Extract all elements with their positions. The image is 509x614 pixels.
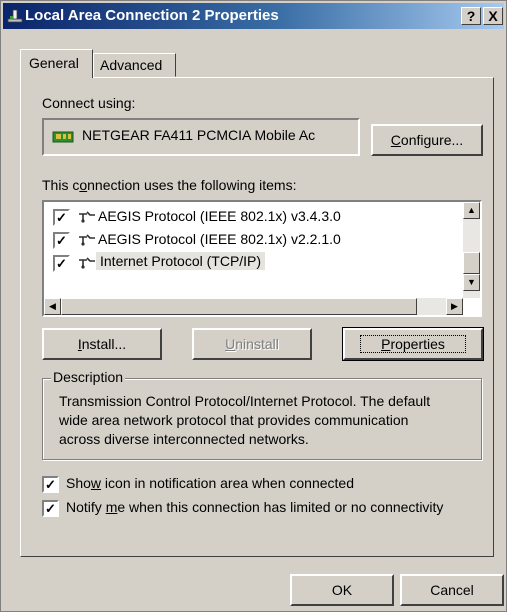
configure-button[interactable]: Configure... <box>371 124 483 156</box>
item-checkbox[interactable]: ✓ <box>53 209 70 226</box>
ok-button[interactable]: OK <box>290 574 394 606</box>
uninstall-button-label: Uninstall <box>225 336 279 352</box>
scroll-up-button[interactable]: ▲ <box>463 202 480 219</box>
install-button-label: Install... <box>77 336 127 352</box>
configure-button-label: Configure... <box>390 132 464 148</box>
tab-advanced-label: Advanced <box>100 57 163 73</box>
cancel-button[interactable]: Cancel <box>400 574 504 606</box>
cancel-button-label: Cancel <box>430 582 474 598</box>
protocol-icon <box>79 211 95 223</box>
title-bar[interactable]: Local Area Connection 2 Properties ? X <box>3 3 504 29</box>
horizontal-scroll-thumb[interactable] <box>61 298 417 315</box>
adapter-name: NETGEAR FA411 PCMCIA Mobile Ac <box>82 127 316 143</box>
item-label: AEGIS Protocol (IEEE 802.1x) v3.4.3.0 <box>98 208 341 224</box>
uninstall-button: Uninstall <box>192 328 312 360</box>
properties-button[interactable]: Properties <box>342 327 484 361</box>
items-label: This connection uses the following items… <box>42 177 297 193</box>
tab-general-label: General <box>29 55 79 71</box>
vertical-scrollbar[interactable]: ▲ ▼ <box>463 202 480 298</box>
item-checkbox[interactable]: ✓ <box>53 232 70 249</box>
scroll-right-button[interactable]: ▶ <box>446 298 463 315</box>
protocol-icon <box>79 234 95 246</box>
scroll-down-button[interactable]: ▼ <box>463 274 480 291</box>
items-list[interactable]: ✓ AEGIS Protocol (IEEE 802.1x) v3.4.3.0 … <box>42 200 482 317</box>
item-label: Internet Protocol (TCP/IP) <box>96 252 266 270</box>
item-label: AEGIS Protocol (IEEE 802.1x) v2.2.1.0 <box>98 231 341 247</box>
show-icon-checkbox[interactable]: ✓ <box>42 476 59 493</box>
show-icon-label: Show icon in notification area when conn… <box>66 475 354 491</box>
ok-button-label: OK <box>331 582 353 598</box>
description-text: Transmission Control Protocol/Internet P… <box>59 392 430 449</box>
description-line: Transmission Control Protocol/Internet P… <box>59 393 431 409</box>
connect-using-label: Connect using: <box>42 95 136 111</box>
properties-dialog: Local Area Connection 2 Properties ? X G… <box>0 0 507 612</box>
show-icon-option[interactable]: ✓ Show icon in notification area when co… <box>42 475 482 495</box>
description-legend: Description <box>51 369 126 385</box>
protocol-icon <box>79 257 95 269</box>
scroll-left-button[interactable]: ◀ <box>44 298 61 315</box>
help-button[interactable]: ? <box>461 7 481 25</box>
tab-general[interactable]: General <box>20 49 93 78</box>
description-line: across diverse interconnected networks. <box>59 431 309 447</box>
adapter-field: NETGEAR FA411 PCMCIA Mobile Ac <box>42 118 360 156</box>
window-title: Local Area Connection 2 Properties <box>25 7 279 24</box>
network-adapter-icon <box>52 131 74 143</box>
notify-option[interactable]: ✓ Notify me when this connection has lim… <box>42 499 482 519</box>
vertical-scroll-thumb[interactable] <box>463 252 480 274</box>
install-button[interactable]: Install... <box>42 328 162 360</box>
network-connection-icon <box>7 9 23 23</box>
tab-advanced[interactable]: Advanced <box>93 53 176 77</box>
close-button[interactable]: X <box>483 7 503 25</box>
horizontal-scrollbar[interactable]: ◀ ▶ <box>44 298 463 315</box>
description-line: wide area network protocol that provides… <box>59 412 409 428</box>
notify-checkbox[interactable]: ✓ <box>42 500 59 517</box>
properties-button-label: Properties <box>360 335 466 353</box>
notify-label: Notify me when this connection has limit… <box>66 499 444 515</box>
item-checkbox[interactable]: ✓ <box>53 255 70 272</box>
